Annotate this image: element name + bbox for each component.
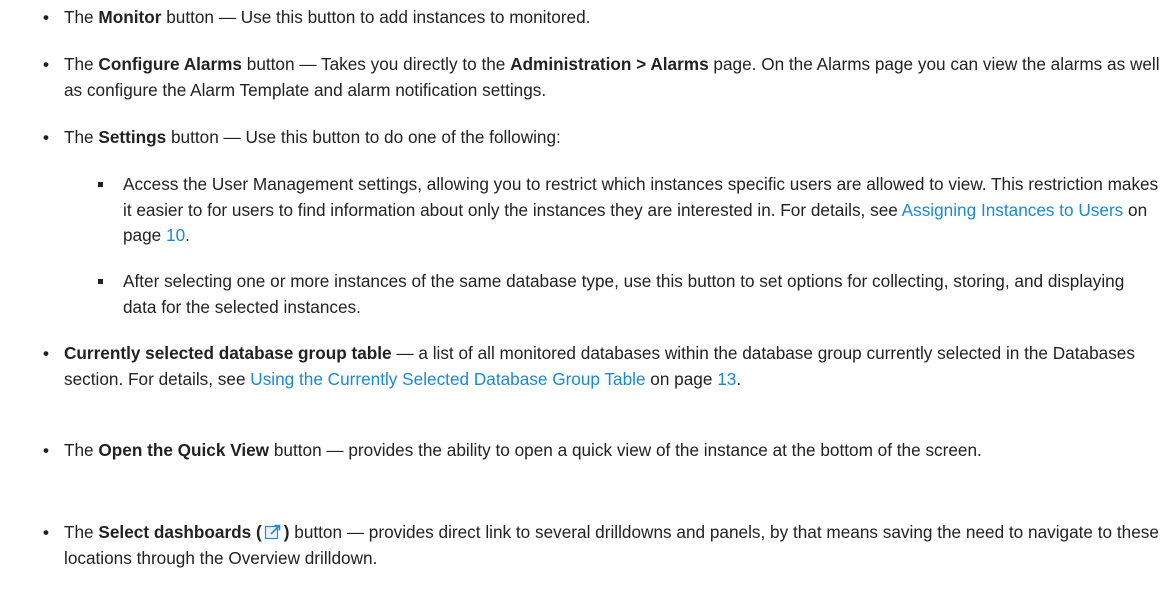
bullet: • (43, 55, 49, 74)
external-link-icon (264, 523, 282, 541)
item-text-prefix: The (64, 7, 99, 27)
item-text: button — Use this button to add instance… (161, 7, 591, 27)
bullet: • (43, 8, 49, 27)
item-text: . (185, 225, 190, 245)
list-item: • The Configure Alarms button — Takes yo… (0, 52, 1162, 103)
using-selected-table-link[interactable]: Using the Currently Selected Database Gr… (250, 369, 645, 389)
bullet: • (43, 344, 49, 363)
item-text: . (736, 368, 742, 389)
page-link[interactable]: 13 (717, 369, 736, 389)
configure-alarms-label: Configure Alarms (98, 54, 242, 74)
administration-alarms-label: Administration > Alarms (510, 54, 709, 74)
bullet: • (43, 441, 49, 460)
bullet: • (43, 523, 49, 542)
item-text-prefix: The (64, 440, 99, 460)
item-text-prefix: The (64, 54, 99, 74)
currently-selected-table-label: Currently selected database group table (64, 343, 392, 363)
sub-list-item: After selecting one or more instances of… (0, 269, 1162, 320)
item-text: After selecting one or more instances of… (123, 271, 1125, 317)
item-text: button — Use this button to do one of th… (166, 127, 561, 147)
open-quick-view-label: Open the Quick View (98, 440, 270, 460)
bullet: • (43, 128, 49, 147)
item-text-prefix: The (64, 127, 99, 147)
square-bullet (98, 279, 103, 284)
sub-list-item: Access the User Management settings, all… (0, 172, 1162, 249)
item-text: button — Takes you directly to the (241, 54, 511, 74)
list-item: • The Monitor button — Use this button t… (0, 5, 1162, 31)
monitor-label: Monitor (98, 7, 162, 27)
item-text-prefix: The (64, 522, 99, 542)
item-text: button — provides the ability to open a … (269, 440, 982, 460)
list-item: • Currently selected database group tabl… (0, 341, 1162, 392)
list-item: • The Select dashboards () button — prov… (0, 520, 1162, 571)
assigning-instances-link[interactable]: Assigning Instances to Users (902, 200, 1124, 220)
list-item: • The Open the Quick View button — provi… (0, 438, 1162, 464)
list-item: • The Settings button — Use this button … (0, 125, 1162, 151)
select-dashboards-label: Select dashboards ( (98, 522, 262, 542)
page-link[interactable]: 10 (166, 225, 185, 245)
settings-label: Settings (98, 127, 167, 147)
item-text: on page (645, 368, 718, 389)
square-bullet (98, 182, 103, 187)
